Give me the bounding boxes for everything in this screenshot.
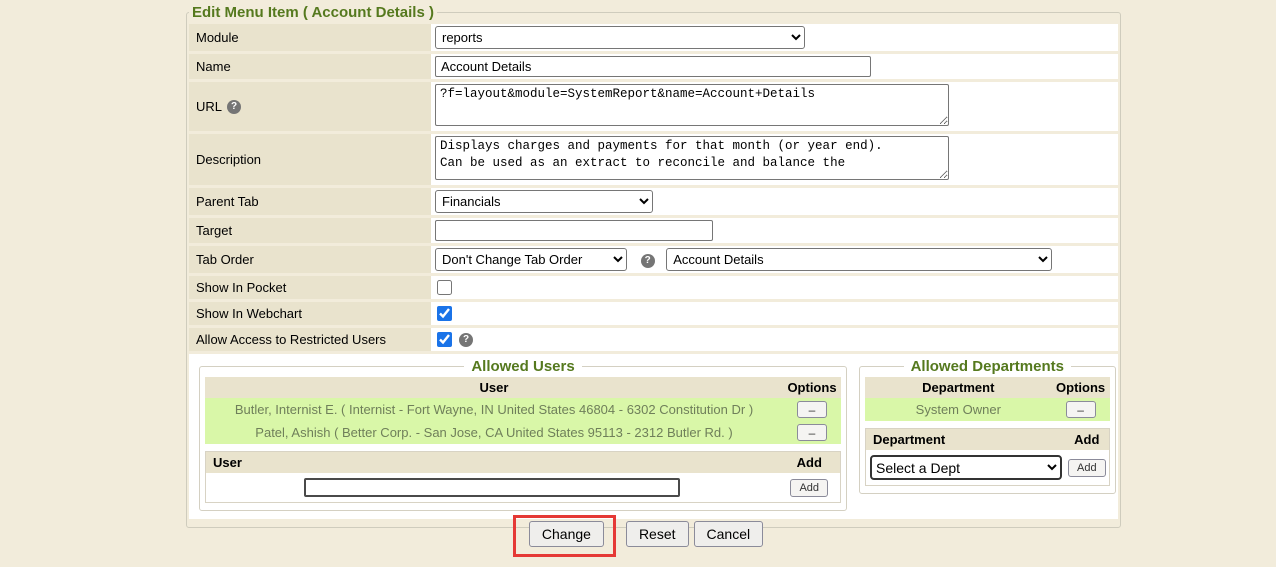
description-label: Description (189, 134, 431, 185)
allowed-user-row: Patel, Ashish ( Better Corp. - San Jose,… (205, 421, 841, 444)
add-department-input-row: Select a Dept Add (866, 450, 1110, 486)
allowed-departments-options-header: Options (1052, 377, 1110, 398)
add-department-dept-header: Department (866, 429, 1066, 451)
add-department-button[interactable]: Add (1068, 459, 1106, 477)
remove-user-button[interactable]: – (797, 424, 827, 441)
allowed-department-row: System Owner – (865, 398, 1110, 421)
row-show-in-webchart: Show In Webchart (189, 302, 1118, 325)
show-in-webchart-checkbox[interactable] (437, 306, 452, 321)
edit-menu-item-fieldset: Edit Menu Item ( Account Details ) Modul… (186, 4, 1121, 528)
allowed-users-fieldset: Allowed Users User Options Butler, Inter… (199, 358, 847, 511)
row-target: Target (189, 218, 1118, 243)
module-label: Module (189, 24, 431, 51)
form-table: Module reports Name URL? ?f=layout&m (189, 21, 1118, 522)
show-in-pocket-label: Show In Pocket (189, 276, 431, 299)
allow-restricted-help-icon[interactable]: ? (459, 333, 473, 347)
show-in-pocket-checkbox[interactable] (437, 280, 452, 295)
add-department-add-header: Add (1065, 429, 1109, 451)
add-user-add-header: Add (779, 452, 841, 474)
row-parent-tab: Parent Tab Financials (189, 188, 1118, 215)
remove-department-button[interactable]: – (1066, 401, 1096, 418)
add-user-input[interactable] (304, 478, 680, 497)
parent-tab-select[interactable]: Financials (435, 190, 653, 213)
parent-tab-label: Parent Tab (189, 188, 431, 215)
row-show-in-pocket: Show In Pocket (189, 276, 1118, 299)
row-allow-restricted: Allow Access to Restricted Users ? (189, 328, 1118, 351)
allowed-users-user-header: User (205, 377, 783, 398)
allowed-users-options-header: Options (783, 377, 841, 398)
url-label: URL (196, 99, 222, 114)
add-user-input-row: Add (206, 473, 841, 503)
allowed-departments-fieldset: Allowed Departments Department Options S… (859, 358, 1116, 494)
name-input[interactable] (435, 56, 871, 77)
change-button-highlight-annotation: Change (513, 515, 616, 557)
target-label: Target (189, 218, 431, 243)
row-name: Name (189, 54, 1118, 79)
allowed-departments-dept-header: Department (865, 377, 1052, 398)
reset-button[interactable]: Reset (626, 521, 689, 547)
allowed-user-row: Butler, Internist E. ( Internist - Fort … (205, 398, 841, 421)
module-select[interactable]: reports (435, 26, 805, 49)
row-description: Description Displays charges and payment… (189, 134, 1118, 185)
name-label: Name (189, 54, 431, 79)
allowed-users-table: User Options Butler, Internist E. ( Inte… (205, 377, 841, 444)
form-actions: Change Reset Cancel (0, 515, 1276, 557)
tab-order-help-icon[interactable]: ? (641, 254, 655, 268)
remove-user-button[interactable]: – (797, 401, 827, 418)
edit-menu-item-form: Edit Menu Item ( Account Details ) Modul… (186, 4, 1117, 528)
form-title: Edit Menu Item ( Account Details ) (189, 4, 437, 21)
allowed-departments-table: Department Options System Owner – (865, 377, 1110, 421)
add-department-header-row: Department Add (866, 429, 1110, 451)
url-textarea[interactable]: ?f=layout&module=SystemReport&name=Accou… (435, 84, 949, 126)
allowed-departments-legend: Allowed Departments (904, 358, 1071, 375)
row-permission-sets: Allowed Users User Options Butler, Inter… (189, 354, 1118, 519)
allowed-department-name: System Owner (865, 398, 1052, 421)
cancel-button[interactable]: Cancel (694, 521, 764, 547)
show-in-webchart-label: Show In Webchart (189, 302, 431, 325)
allow-restricted-checkbox[interactable] (437, 332, 452, 347)
row-tab-order: Tab Order Don't Change Tab Order ? Accou… (189, 246, 1118, 273)
description-textarea[interactable]: Displays charges and payments for that m… (435, 136, 949, 180)
change-button[interactable]: Change (529, 521, 604, 547)
allowed-users-header-row: User Options (205, 377, 841, 398)
add-department-table: Department Add Select a Dept (865, 428, 1110, 486)
tab-order-item-select[interactable]: Account Details (666, 248, 1052, 271)
allowed-users-legend: Allowed Users (464, 358, 581, 375)
add-user-user-header: User (206, 452, 779, 474)
url-help-icon[interactable]: ? (227, 100, 241, 114)
add-user-header-row: User Add (206, 452, 841, 474)
allow-restricted-label: Allow Access to Restricted Users (189, 328, 431, 351)
department-select[interactable]: Select a Dept (870, 455, 1062, 480)
row-module: Module reports (189, 24, 1118, 51)
allowed-user-name: Butler, Internist E. ( Internist - Fort … (205, 398, 783, 421)
allowed-departments-header-row: Department Options (865, 377, 1110, 398)
add-user-button[interactable]: Add (790, 479, 828, 497)
add-user-table: User Add Add (205, 451, 841, 503)
tab-order-label: Tab Order (189, 246, 431, 273)
allowed-user-name: Patel, Ashish ( Better Corp. - San Jose,… (205, 421, 783, 444)
target-input[interactable] (435, 220, 713, 241)
row-url: URL? ?f=layout&module=SystemReport&name=… (189, 82, 1118, 131)
tab-order-select[interactable]: Don't Change Tab Order (435, 248, 627, 271)
